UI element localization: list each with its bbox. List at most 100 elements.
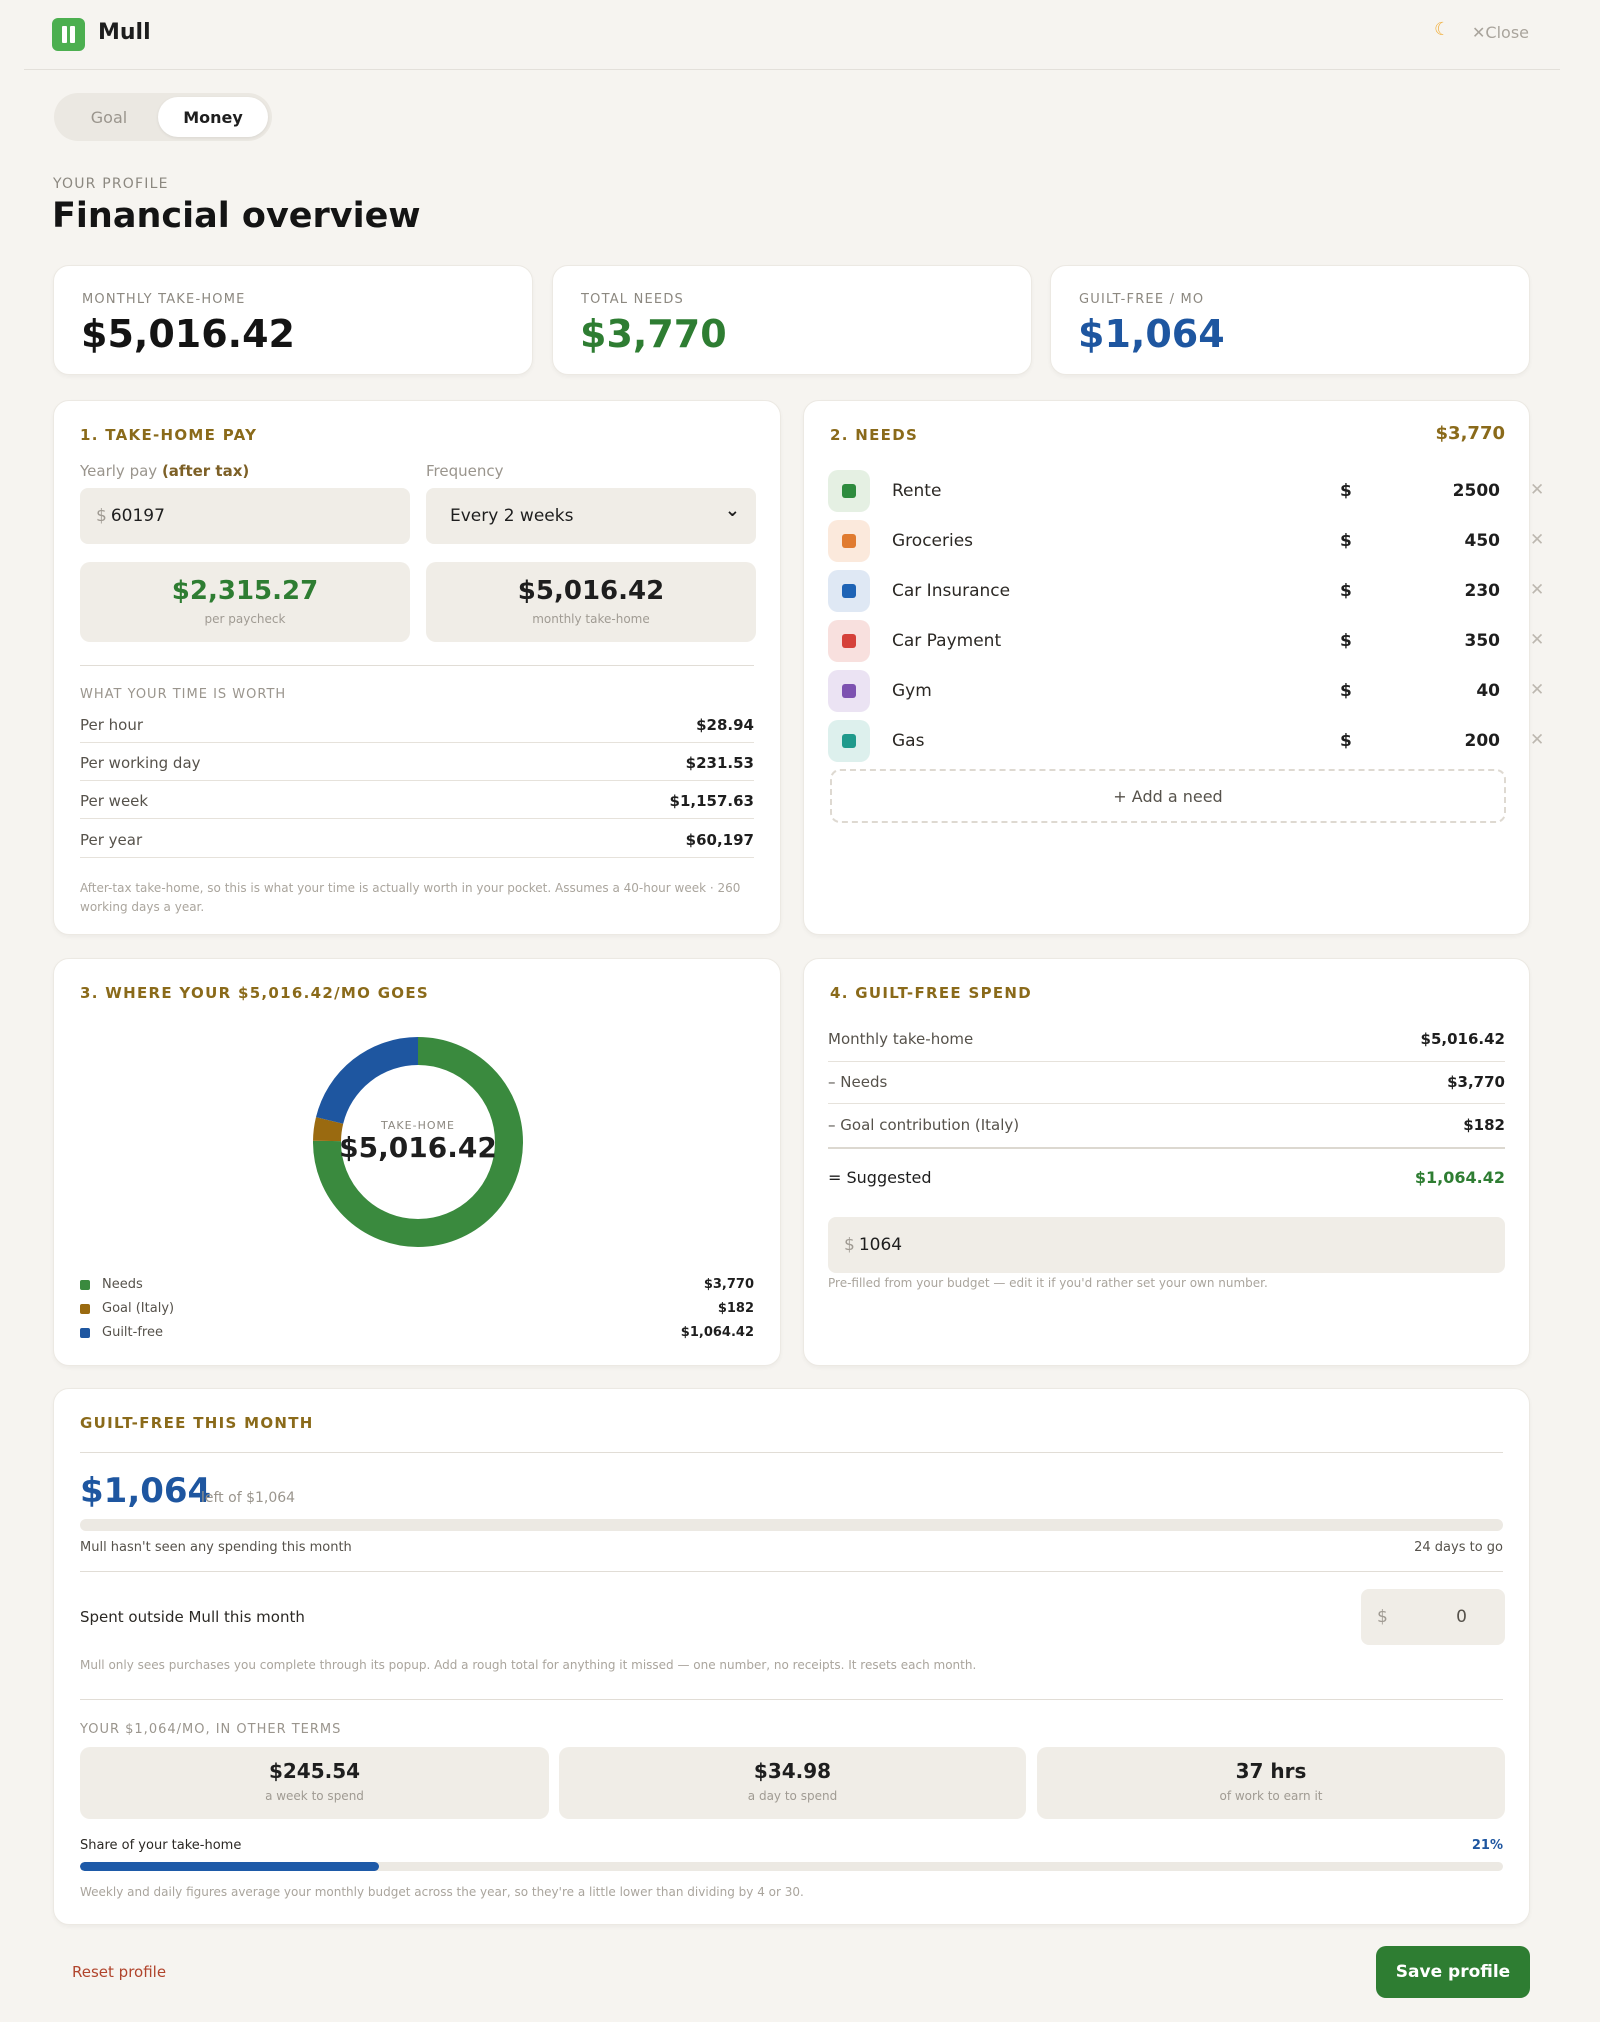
need-name-input[interactable]: Rente bbox=[892, 481, 941, 501]
legend-value: $1,064.42 bbox=[680, 1325, 754, 1340]
need-name-input[interactable]: Car Payment bbox=[892, 631, 1001, 651]
share-progress-bar bbox=[80, 1862, 1503, 1871]
need-amount-input[interactable]: 40 bbox=[1388, 681, 1500, 701]
yearly-pay-input[interactable]: $ 60197 bbox=[80, 488, 410, 544]
need-currency: $ bbox=[1340, 581, 1352, 601]
section-title: 4. GUILT-FREE SPEND bbox=[830, 984, 1033, 1002]
guilt-free-amount-input[interactable]: $ 1064 bbox=[828, 1217, 1505, 1273]
weekly-spend-tile: $245.54 a week to spend bbox=[80, 1747, 549, 1819]
chevron-down-icon: ⌄ bbox=[724, 500, 740, 521]
need-color-icon bbox=[828, 570, 870, 612]
need-color-icon bbox=[828, 720, 870, 762]
time-row-label: Per year bbox=[80, 831, 143, 849]
currency-prefix: $ bbox=[96, 506, 107, 526]
share-progress-fill bbox=[80, 1862, 379, 1871]
top-bar: Mull ☾ ✕Close bbox=[24, 0, 1560, 70]
view-toggle: Goal Money bbox=[54, 93, 272, 141]
need-item: Gas $200 ✕ bbox=[828, 719, 1544, 762]
time-row: Per year $60,197 bbox=[80, 831, 754, 849]
tab-money[interactable]: Money bbox=[158, 97, 268, 137]
budget-row-value: $3,770 bbox=[1447, 1073, 1505, 1091]
needs-card: 2. NEEDS $3,770 Rente $2500 ✕ Groceries $450… bbox=[803, 400, 1544, 935]
need-item: Gym $40 ✕ bbox=[828, 669, 1544, 712]
remove-need-close-icon[interactable]: ✕ bbox=[1530, 480, 1544, 500]
budget-row-label: – Goal contribution (Italy) bbox=[828, 1116, 1020, 1134]
need-amount-input[interactable]: 450 bbox=[1388, 531, 1501, 551]
divider bbox=[80, 665, 754, 666]
save-profile-button[interactable]: Save profile bbox=[1376, 1946, 1530, 1998]
need-name-input[interactable]: Gas bbox=[892, 731, 924, 751]
budget-row-label: – Needs bbox=[828, 1073, 888, 1091]
need-name-input[interactable]: Gym bbox=[892, 681, 932, 701]
frequency-select[interactable]: Every 2 weeks ⌄ bbox=[426, 488, 756, 544]
outside-spend-input[interactable]: $ 0 bbox=[1361, 1589, 1505, 1645]
suggested-row: = Suggested $1,064.42 bbox=[828, 1168, 1505, 1187]
time-row-value: $1,157.63 bbox=[669, 792, 754, 810]
time-row-label: Per working day bbox=[80, 754, 201, 772]
days-left: 24 days to go bbox=[1414, 1540, 1503, 1555]
remaining-progress-bar bbox=[80, 1519, 1503, 1531]
summary-value: $5,016.42 bbox=[81, 312, 295, 356]
row-divider bbox=[828, 1147, 1505, 1149]
summary-label: TOTAL NEEDS bbox=[581, 292, 684, 307]
row-divider bbox=[828, 1061, 1505, 1062]
legend-value: $3,770 bbox=[703, 1277, 754, 1292]
monthly-take-home-value: $5,016.42 bbox=[517, 576, 665, 606]
row-divider bbox=[80, 742, 754, 743]
legend-swatch bbox=[80, 1304, 90, 1314]
legend-swatch bbox=[80, 1280, 90, 1290]
time-row: Per week $1,157.63 bbox=[80, 792, 754, 810]
share-label: Share of your take-home bbox=[80, 1838, 242, 1853]
budget-row: – Goal contribution (Italy) $182 bbox=[828, 1116, 1505, 1134]
suggested-value: $1,064.42 bbox=[1414, 1168, 1505, 1187]
summary-card-take-home: MONTHLY TAKE-HOME $5,016.42 bbox=[53, 265, 533, 375]
daily-spend-tile: $34.98 a day to spend bbox=[559, 1747, 1026, 1819]
need-color-icon bbox=[828, 670, 870, 712]
budget-row: Monthly take-home $5,016.42 bbox=[828, 1030, 1505, 1048]
outside-spend-label: Spent outside Mull this month bbox=[80, 1608, 305, 1626]
remaining-value: $1,064 bbox=[80, 1471, 212, 1511]
need-currency: $ bbox=[1340, 631, 1352, 651]
remove-need-close-icon[interactable]: ✕ bbox=[1530, 580, 1544, 600]
remove-need-close-icon[interactable]: ✕ bbox=[1530, 630, 1544, 650]
remaining-label: left of $1,064 bbox=[201, 1490, 296, 1506]
take-home-card: 1. TAKE-HOME PAY Yearly pay (after tax) … bbox=[53, 400, 781, 935]
yearly-pay-label-text: Yearly pay bbox=[80, 462, 158, 480]
yearly-pay-suffix: (after tax) bbox=[161, 462, 250, 480]
need-amount-input[interactable]: 2500 bbox=[1388, 481, 1500, 501]
remove-need-close-icon[interactable]: ✕ bbox=[1530, 730, 1544, 750]
averages-footnote: Weekly and daily figures average your mo… bbox=[80, 1885, 804, 1899]
time-row: Per hour $28.94 bbox=[80, 716, 754, 734]
time-row-value: $231.53 bbox=[685, 754, 754, 772]
need-name-input[interactable]: Car Insurance bbox=[892, 581, 1010, 601]
remove-need-close-icon[interactable]: ✕ bbox=[1530, 530, 1544, 550]
summary-label: GUILT-FREE / MO bbox=[1079, 292, 1205, 307]
need-item: Car Insurance $230 ✕ bbox=[828, 569, 1544, 612]
need-amount-input[interactable]: 200 bbox=[1388, 731, 1501, 751]
work-hours-value: 37 hrs bbox=[1235, 1759, 1307, 1783]
outside-spend-note: Mull only sees purchases you complete th… bbox=[80, 1658, 977, 1672]
summary-label: MONTHLY TAKE-HOME bbox=[82, 292, 246, 307]
summary-value: $1,064 bbox=[1078, 312, 1225, 356]
remove-need-close-icon[interactable]: ✕ bbox=[1530, 680, 1544, 700]
need-name-input[interactable]: Groceries bbox=[892, 531, 973, 551]
per-paycheck-tile: $2,315.27 per paycheck bbox=[80, 562, 410, 642]
summary-card-guilt-free: GUILT-FREE / MO $1,064 bbox=[1050, 265, 1530, 375]
moon-icon[interactable]: ☾ bbox=[1434, 19, 1450, 40]
add-need-button[interactable]: + Add a need bbox=[830, 769, 1506, 823]
need-amount-input[interactable]: 230 bbox=[1388, 581, 1501, 601]
legend-label: Needs bbox=[102, 1277, 143, 1292]
work-hours-label: of work to earn it bbox=[1219, 1789, 1323, 1803]
daily-spend-value: $34.98 bbox=[753, 1759, 832, 1783]
need-amount-input[interactable]: 350 bbox=[1388, 631, 1501, 651]
row-divider bbox=[80, 780, 754, 781]
time-row: Per working day $231.53 bbox=[80, 754, 754, 772]
time-worth-title: WHAT YOUR TIME IS WORTH bbox=[80, 687, 287, 702]
per-paycheck-label: per paycheck bbox=[204, 612, 286, 626]
budget-row-value: $5,016.42 bbox=[1420, 1030, 1505, 1048]
tab-goal[interactable]: Goal bbox=[58, 97, 160, 137]
time-row-label: Per hour bbox=[80, 716, 144, 734]
budget-row-label: Monthly take-home bbox=[828, 1030, 974, 1048]
close-button[interactable]: ✕Close bbox=[1472, 23, 1529, 42]
reset-profile-link[interactable]: Reset profile bbox=[72, 1963, 166, 1981]
